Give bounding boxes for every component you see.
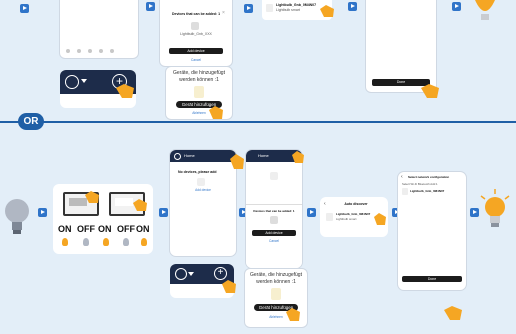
app-header-title: Home	[258, 153, 269, 158]
lit-bulb-icon	[141, 238, 147, 246]
add-device-link[interactable]: Add device	[178, 188, 228, 192]
chevron-down-icon[interactable]	[188, 272, 194, 276]
cancel-link[interactable]: Cancel	[252, 239, 296, 243]
add-device-modal-screen: Devices that can be added: 1 × Lightbulb…	[160, 0, 232, 66]
bulb-thumbnail-icon	[197, 178, 205, 186]
on-label: ON	[136, 224, 150, 234]
next-arrow-icon	[38, 208, 47, 217]
back-icon[interactable]: ‹	[324, 201, 326, 207]
tap-hand-icon	[292, 151, 304, 163]
off-label: OFF	[117, 224, 135, 234]
tap-hand-icon	[421, 84, 439, 98]
unlit-bulb-icon	[123, 238, 129, 246]
next-arrow-icon	[348, 2, 357, 11]
next-arrow-icon	[159, 208, 168, 217]
modal-title: Devices that can be added: 1	[171, 12, 221, 16]
tap-hand-icon	[444, 306, 462, 320]
unlit-bulb-icon	[5, 199, 29, 234]
network-config-screen: ‹ Select network configuration Select Wi…	[398, 172, 466, 290]
add-device-modal-screen: Home Devices that can be added: 1 Add de…	[246, 150, 302, 268]
tap-hand-icon	[116, 84, 134, 98]
tap-hand-icon	[286, 308, 300, 321]
add-device-button[interactable]: Add device	[169, 48, 223, 54]
found-device-name: Lightbulb_Gnb_0M4N07	[276, 3, 317, 7]
bulb-thumbnail-icon	[266, 4, 273, 12]
found-device-sub: Lightbulb smart	[336, 217, 357, 221]
cancel-link[interactable]: Cancel	[169, 58, 223, 62]
tap-hand-icon	[209, 106, 223, 119]
bulb-thumbnail-icon	[402, 188, 408, 195]
done-screen: Done	[366, 0, 436, 92]
tap-hand-icon	[222, 280, 236, 293]
next-arrow-icon	[146, 2, 155, 11]
modal-title: Devices that can be added: 1	[253, 209, 295, 213]
tap-hand-icon	[133, 199, 147, 211]
no-devices-text: No devices, please add	[178, 170, 217, 174]
chevron-down-icon[interactable]	[81, 79, 87, 83]
bottom-nav[interactable]	[66, 49, 114, 53]
done-button[interactable]: Done	[402, 276, 462, 282]
tap-hand-icon	[320, 5, 334, 17]
found-device-name: Lightbulb_Gnb_0M4N07	[336, 212, 371, 216]
network-steps: Select Wi-Fi Bluetooth Add 1	[402, 182, 438, 186]
next-arrow-icon	[244, 4, 253, 13]
found-device-sub: Lightbulb smart	[276, 8, 300, 12]
divider-line	[0, 121, 516, 123]
on-label: ON	[98, 224, 112, 234]
close-icon[interactable]: ×	[222, 10, 225, 16]
add-device-button[interactable]: Add device	[252, 230, 296, 236]
tap-hand-icon	[85, 191, 99, 203]
lit-bulb-icon	[103, 238, 109, 246]
app-header-title: Home	[184, 153, 195, 158]
power-cycle-card: ON OFF ON OFF ON	[53, 184, 153, 254]
back-icon[interactable]: ‹	[401, 174, 403, 180]
app-home-screen: Home No devices, please add Add device	[170, 150, 236, 256]
unlit-bulb-icon	[83, 238, 89, 246]
bulb-thumbnail-icon	[270, 216, 278, 224]
app-home-screen	[60, 0, 138, 58]
lit-bulb-icon	[480, 189, 510, 227]
network-config-title: Select network configuration	[408, 175, 450, 179]
bulb-thumbnail-icon	[326, 213, 333, 221]
home-icon[interactable]	[174, 153, 181, 160]
auto-discover-title: Auto discover	[344, 202, 368, 206]
next-arrow-icon	[307, 208, 316, 217]
popup-line-1: Geräte, die hinzugefügt	[173, 70, 225, 76]
lit-bulb-icon	[62, 238, 68, 246]
bulb-thumbnail-icon	[191, 22, 199, 30]
next-arrow-icon	[452, 2, 461, 11]
or-badge: OR	[18, 113, 44, 130]
on-label: ON	[58, 224, 72, 234]
popup-line-1: Geräte, die hinzugefügt	[250, 272, 302, 278]
device-label: Lightbulb_Gnb_XXX	[180, 32, 212, 36]
bulb-thumbnail-icon	[194, 86, 204, 98]
tap-hand-icon	[230, 154, 244, 169]
off-label: OFF	[77, 224, 95, 234]
tap-hand-icon	[374, 213, 386, 225]
network-device-name: Lightbulb_Gnb_0M4N07	[410, 189, 445, 193]
home-icon[interactable]	[175, 268, 187, 280]
home-icon[interactable]	[65, 75, 79, 89]
popup-line-2: werden können :1	[179, 77, 219, 83]
bulb-thumbnail-icon	[271, 288, 281, 300]
next-arrow-icon	[20, 4, 29, 13]
popup-line-2: werden können :1	[256, 279, 296, 285]
lit-bulb-icon	[475, 0, 495, 20]
bulb-thumbnail-icon	[270, 172, 278, 180]
